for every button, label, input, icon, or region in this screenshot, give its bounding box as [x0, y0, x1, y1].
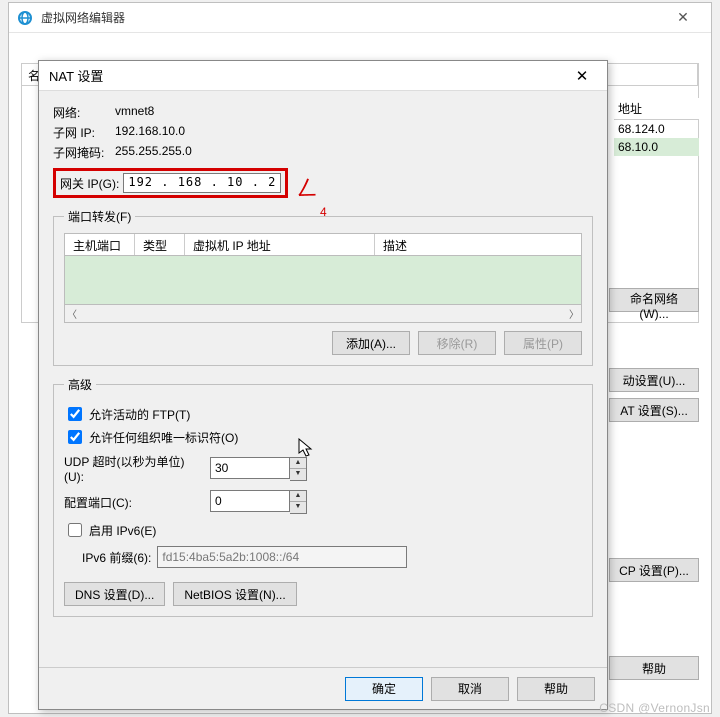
dns-settings-button[interactable]: DNS 设置(D)... [64, 582, 165, 606]
oui-label: 允许任何组织唯一标识符(O) [89, 429, 238, 446]
ftp-checkbox-row[interactable]: 允许活动的 FTP(T) [64, 404, 582, 424]
dialog-titlebar: NAT 设置 ✕ [39, 61, 607, 91]
ipv6-checkbox[interactable] [68, 523, 82, 537]
spin-down-icon[interactable]: ▼ [290, 469, 306, 480]
subnet-label: 子网 IP: [53, 124, 115, 141]
config-port-input[interactable] [210, 490, 290, 512]
properties-button: 属性(P) [504, 331, 582, 355]
port-forward-header: 主机端口 类型 虚拟机 IP 地址 描述 [65, 234, 581, 256]
ok-button[interactable]: 确定 [345, 677, 423, 701]
port-forward-buttons: 添加(A)... 移除(R) 属性(P) [64, 331, 582, 355]
mask-value: 255.255.255.0 [115, 144, 192, 161]
ftp-checkbox[interactable] [68, 407, 82, 421]
spin-up-icon[interactable]: ▲ [290, 458, 306, 469]
app-logo-icon [17, 10, 33, 26]
nat-settings-dialog: NAT 设置 ✕ 网络: vmnet8 子网 IP: 192.168.10.0 … [38, 60, 608, 710]
ipv6-prefix-input [157, 546, 407, 568]
watermark: CSDN @VernonJsn [599, 701, 710, 715]
parent-button-group-3: CP 设置(P)... [609, 558, 699, 582]
ipv6-prefix-label: IPv6 前缀(6): [82, 549, 151, 566]
netbios-settings-button[interactable]: NetBIOS 设置(N)... [173, 582, 296, 606]
dialog-body: 网络: vmnet8 子网 IP: 192.168.10.0 子网掩码: 255… [39, 91, 607, 667]
config-port-label: 配置端口(C): [64, 494, 204, 511]
network-label: 网络: [53, 104, 115, 121]
port-forward-group: 端口转发(F) 主机端口 类型 虚拟机 IP 地址 描述 〈〉 添加(A)...… [53, 208, 593, 366]
parent-help-button[interactable]: 帮助 [609, 656, 699, 680]
add-button[interactable]: 添加(A)... [332, 331, 410, 355]
cancel-button[interactable]: 取消 [431, 677, 509, 701]
rename-network-button[interactable]: 命名网络(W)... [609, 288, 699, 312]
gateway-row-highlighted: 网关 IP(G): 192 . 168 . 10 . 2 [53, 168, 288, 198]
advanced-buttons: DNS 设置(D)... NetBIOS 设置(N)... [64, 582, 582, 606]
config-port-row: 配置端口(C): ▲▼ [64, 490, 582, 514]
udp-timeout-spinner[interactable]: ▲▼ [210, 457, 307, 481]
subnet-value: 192.168.10.0 [115, 124, 185, 141]
scroll-right-icon[interactable]: 〉 [569, 306, 579, 321]
oui-checkbox-row[interactable]: 允许任何组织唯一标识符(O) [64, 427, 582, 447]
scroll-left-icon[interactable]: 〈 [67, 306, 77, 321]
ftp-label: 允许活动的 FTP(T) [89, 406, 190, 423]
col-type: 类型 [135, 234, 185, 255]
config-port-spinner[interactable]: ▲▼ [210, 490, 307, 514]
udp-timeout-label: UDP 超时(以秒为单位)(U): [64, 453, 204, 484]
udp-spin-buttons[interactable]: ▲▼ [290, 457, 307, 481]
col-vm-ip: 虚拟机 IP 地址 [185, 234, 375, 255]
network-row: 网络: vmnet8 [53, 104, 593, 121]
mask-label: 子网掩码: [53, 144, 115, 161]
advanced-group: 高级 允许活动的 FTP(T) 允许任何组织唯一标识符(O) UDP 超时(以秒… [53, 376, 593, 617]
port-forward-legend: 端口转发(F) [64, 208, 135, 225]
remove-button: 移除(R) [418, 331, 496, 355]
spin-down-icon[interactable]: ▼ [290, 502, 306, 513]
parent-window-title: 虚拟网络编辑器 [41, 9, 663, 26]
port-forward-empty [65, 256, 581, 304]
grid-row-addr-0: 68.124.0 [614, 120, 699, 138]
nat-settings-button[interactable]: AT 设置(S)... [609, 398, 699, 422]
grid-row-addr-1: 68.10.0 [614, 138, 699, 156]
udp-timeout-row: UDP 超时(以秒为单位)(U): ▲▼ [64, 453, 582, 484]
parent-button-group-2: 动设置(U)... AT 设置(S)... [609, 368, 699, 422]
grid-addr-column: 地址 68.124.0 68.10.0 [614, 98, 699, 156]
port-forward-table: 主机端口 类型 虚拟机 IP 地址 描述 〈〉 [64, 233, 582, 323]
dhcp-settings-button[interactable]: CP 设置(P)... [609, 558, 699, 582]
spin-up-icon[interactable]: ▲ [290, 491, 306, 502]
mask-row: 子网掩码: 255.255.255.0 [53, 144, 593, 161]
parent-button-group-1: 命名网络(W)... [609, 288, 699, 312]
udp-timeout-input[interactable] [210, 457, 290, 479]
ipv6-prefix-row: IPv6 前缀(6): [82, 546, 582, 568]
cfgport-spin-buttons[interactable]: ▲▼ [290, 490, 307, 514]
grid-col-addr: 地址 [614, 98, 699, 120]
col-host-port: 主机端口 [65, 234, 135, 255]
dialog-title: NAT 设置 [49, 66, 567, 85]
ipv6-checkbox-row[interactable]: 启用 IPv6(E) [64, 520, 582, 540]
ipv6-label: 启用 IPv6(E) [89, 522, 156, 539]
subnet-row: 子网 IP: 192.168.10.0 [53, 124, 593, 141]
dialog-footer: 确定 取消 帮助 [39, 667, 607, 709]
oui-checkbox[interactable] [68, 430, 82, 444]
col-desc: 描述 [375, 234, 581, 255]
port-forward-scrollbar[interactable]: 〈〉 [65, 304, 581, 322]
dialog-close-button[interactable]: ✕ [567, 61, 597, 91]
parent-close-button[interactable]: ✕ [663, 3, 703, 33]
gateway-label: 网关 IP(G): [60, 175, 119, 192]
parent-titlebar: 虚拟网络编辑器 ✕ [9, 3, 711, 33]
advanced-legend: 高级 [64, 376, 96, 393]
auto-settings-button[interactable]: 动设置(U)... [609, 368, 699, 392]
network-value: vmnet8 [115, 104, 154, 121]
gateway-ip-input[interactable]: 192 . 168 . 10 . 2 [123, 173, 281, 193]
dialog-help-button[interactable]: 帮助 [517, 677, 595, 701]
